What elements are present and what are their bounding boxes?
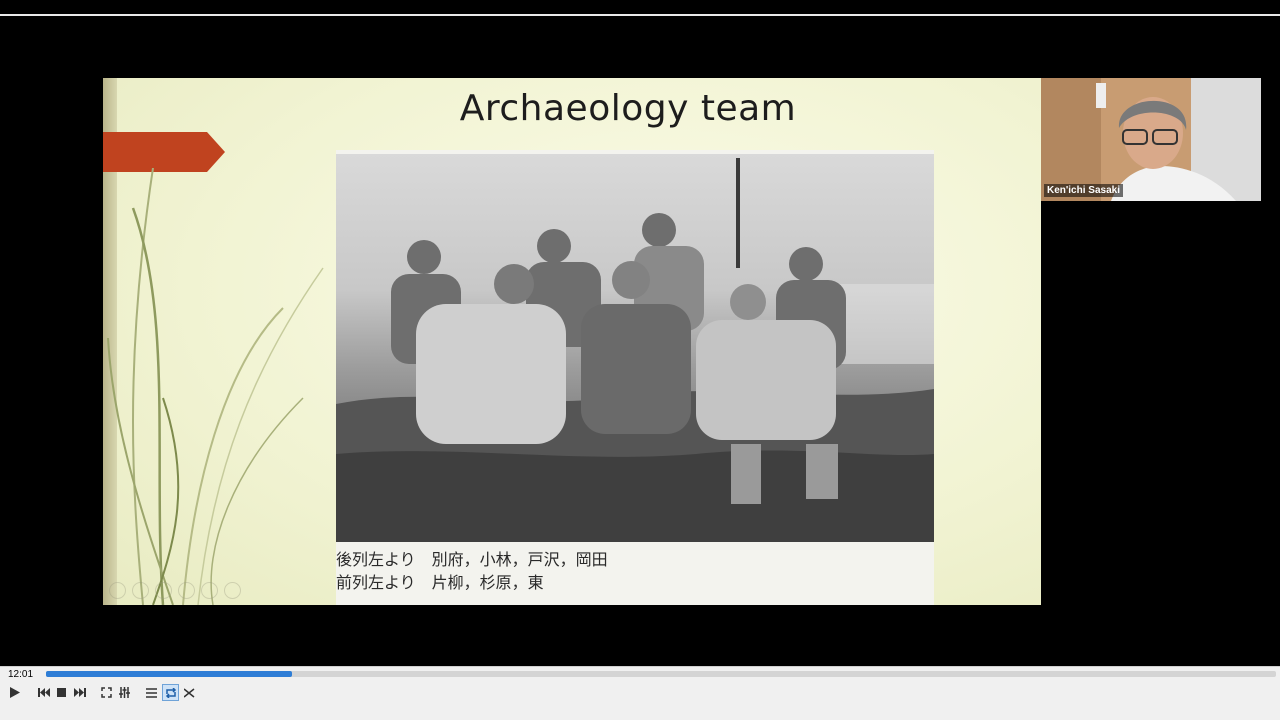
stop-icon [57,688,66,697]
slide-zoom-icon[interactable] [201,582,218,599]
slide-pen-icon[interactable] [155,582,172,599]
fullscreen-button[interactable] [98,684,115,701]
participant-webcam: Ken'ichi Sasaki [1041,78,1261,201]
player-control-bar: 12:01 [0,666,1280,720]
equalizer-button[interactable] [116,684,133,701]
equalizer-icon [119,687,130,698]
playlist-button[interactable] [143,684,160,701]
play-button[interactable] [6,684,23,701]
team-photo-card: 後列左より 別府，小林，戸沢，岡田 前列左より 片柳，杉原，東 [336,150,934,605]
slide-menu-icon[interactable] [178,582,195,599]
top-divider [0,14,1280,16]
seek-bar-progress [46,671,292,677]
next-button[interactable] [71,684,88,701]
seek-bar[interactable] [46,671,1276,677]
team-photograph [336,154,934,542]
stop-button[interactable] [53,684,70,701]
slide-title: Archaeology team [459,88,797,129]
photo-caption-front-row: 前列左より 片柳，杉原，東 [336,573,544,592]
loop-button[interactable] [162,684,179,701]
slide-arrow-shape [103,132,225,172]
fullscreen-icon [101,687,112,698]
shuffle-icon [184,687,195,698]
presentation-slide: Archaeology team 後列左より 別府，小林，戸沢，岡田 前列左より… [103,78,1041,605]
playlist-icon [146,687,157,698]
participant-name-label: Ken'ichi Sasaki [1044,184,1123,197]
previous-button[interactable] [35,684,52,701]
slide-more-icon[interactable] [224,582,241,599]
loop-icon [165,687,176,698]
video-player-screen: Archaeology team 後列左より 別府，小林，戸沢，岡田 前列左より… [0,0,1280,720]
slide-prev-icon[interactable] [109,582,126,599]
slide-navigation-controls [109,582,241,599]
previous-icon [37,688,50,697]
participant-video-feed [1041,78,1261,201]
current-time: 12:01 [8,669,34,680]
play-icon [10,687,20,698]
next-icon [73,688,86,697]
photo-caption-back-row: 後列左より 別府，小林，戸沢，岡田 [336,550,608,569]
shuffle-button[interactable] [181,684,198,701]
slide-next-icon[interactable] [132,582,149,599]
decorative-grass-illustration [107,168,324,605]
